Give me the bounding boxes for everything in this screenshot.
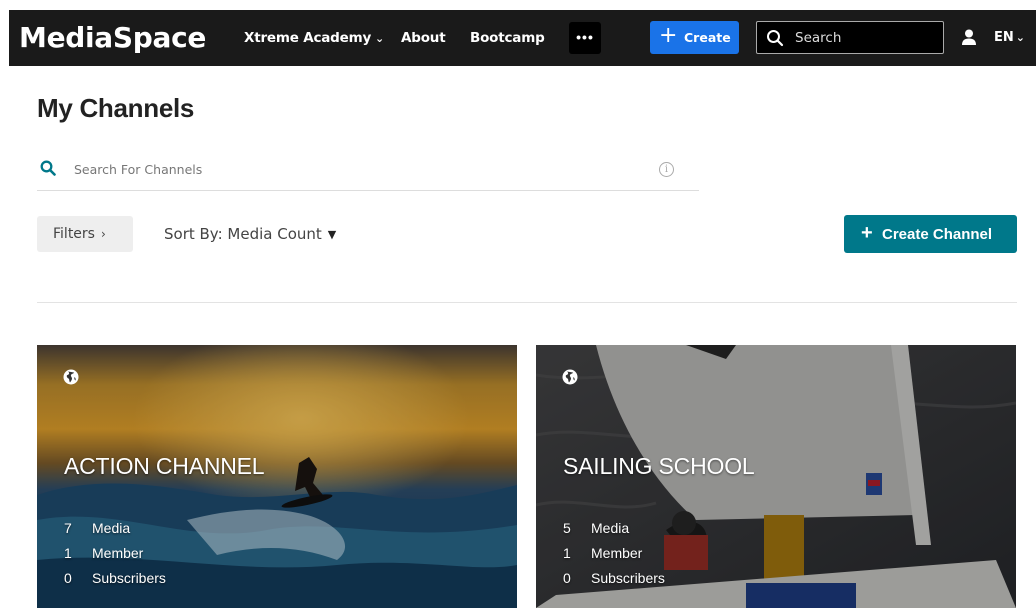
filters-label: Filters: [53, 226, 95, 242]
channel-title[interactable]: SAILING SCHOOL: [563, 453, 755, 480]
info-icon[interactable]: i: [659, 162, 674, 177]
search-icon: [40, 160, 56, 176]
media-count: 7 Media: [64, 520, 131, 536]
site-logo[interactable]: MediaSpace: [19, 21, 206, 54]
globe-icon: [63, 369, 79, 385]
chevron-down-icon: ▼: [327, 228, 337, 241]
channel-search[interactable]: i: [37, 150, 699, 191]
nav-xtreme-academy-label: Xtreme Academy: [244, 30, 372, 46]
chevron-right-icon: ›: [100, 227, 106, 241]
channel-search-input[interactable]: [74, 159, 634, 179]
more-dots-icon: •••: [576, 29, 594, 45]
filters-button[interactable]: Filters ›: [37, 216, 133, 252]
page-title: My Channels: [37, 93, 195, 123]
member-count: 1 Member: [64, 545, 144, 561]
sort-dropdown[interactable]: Sort By: Media Count ▼: [164, 225, 336, 243]
member-count: 1 Member: [563, 545, 643, 561]
channel-title[interactable]: ACTION CHANNEL: [64, 453, 265, 480]
chevron-down-icon: ⌄: [1015, 31, 1025, 44]
create-channel-button[interactable]: + Create Channel: [844, 215, 1017, 253]
header-search-input[interactable]: [795, 28, 935, 48]
top-navigation-bar: MediaSpace Xtreme Academy ⌄ About Bootcam…: [9, 10, 1036, 66]
plus-icon: +: [861, 222, 873, 244]
plus-icon: +: [659, 23, 678, 48]
create-button[interactable]: + Create: [650, 21, 739, 54]
chevron-down-icon: ⌄: [375, 32, 385, 45]
user-icon[interactable]: [961, 29, 977, 46]
nav-bootcamp[interactable]: Bootcamp: [470, 30, 545, 46]
search-icon: [767, 30, 784, 47]
language-label: EN: [994, 30, 1014, 45]
create-button-label: Create: [684, 30, 731, 45]
nav-xtreme-academy[interactable]: Xtreme Academy ⌄: [244, 30, 384, 46]
sort-label: Sort By: Media Count: [164, 225, 322, 243]
media-count: 5 Media: [563, 520, 630, 536]
language-selector[interactable]: EN ⌄: [994, 30, 1025, 45]
subscriber-count: 0 Subscribers: [64, 570, 166, 586]
more-menu-button[interactable]: •••: [569, 22, 601, 54]
channel-card[interactable]: ACTION CHANNEL 7 Media 1 Member 0 Subscribe…: [37, 345, 517, 608]
globe-icon: [562, 369, 578, 385]
divider: [37, 302, 1017, 303]
channel-card[interactable]: SAILING SCHOOL 5 Media 1 Member 0 Subscribe…: [536, 345, 1016, 608]
header-search[interactable]: [756, 21, 944, 54]
subscriber-count: 0 Subscribers: [563, 570, 665, 586]
nav-about[interactable]: About: [401, 30, 446, 46]
create-channel-label: Create Channel: [882, 226, 993, 243]
